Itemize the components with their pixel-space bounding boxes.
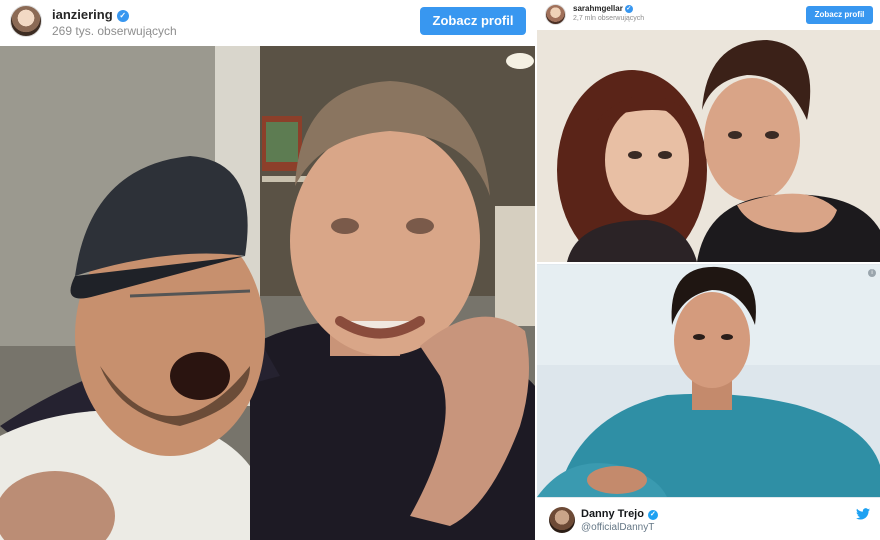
instagram-embed-main: ianziering ✓ 269 tys. obserwujących Zobac… (0, 0, 535, 540)
profile-username[interactable]: ianziering ✓ (52, 7, 129, 22)
tweet-photo[interactable]: i (537, 265, 880, 497)
two-men-smiling-photo (0, 46, 535, 540)
tweet-author-bar: Danny Trejo ✓ @officialDannyT (537, 497, 880, 540)
twitter-embed: i Danny Trejo ✓ @officialDannyT (537, 264, 880, 540)
author-display-name[interactable]: Danny Trejo ✓ (581, 508, 658, 520)
view-profile-button[interactable]: Zobacz profil (420, 7, 526, 35)
profile-username[interactable]: sarahmgellar ✓ (573, 4, 633, 13)
instagram-embed-secondary: sarahmgellar ✓ 2,7 mln obserwujących Zoba… (537, 0, 880, 262)
display-name-text[interactable]: Danny Trejo (581, 508, 644, 520)
info-icon[interactable]: i (868, 269, 876, 277)
man-in-blue-shirt-photo (537, 265, 880, 497)
twitter-bird-icon[interactable] (856, 508, 870, 520)
post-header: ianziering ✓ 269 tys. obserwujących Zobac… (0, 0, 535, 46)
username-text[interactable]: ianziering (52, 7, 113, 22)
verified-badge-icon: ✓ (647, 510, 658, 520)
verified-badge-icon: ✓ (116, 10, 129, 22)
avatar[interactable] (545, 4, 566, 25)
avatar[interactable] (549, 507, 575, 533)
username-text[interactable]: sarahmgellar (573, 4, 623, 13)
avatar[interactable] (10, 5, 42, 37)
verified-badge-icon: ✓ (624, 5, 633, 13)
post-photo[interactable] (537, 30, 880, 262)
follower-count: 269 tys. obserwujących (52, 24, 177, 38)
view-profile-button[interactable]: Zobacz profil (806, 6, 873, 24)
follower-count: 2,7 mln obserwujących (573, 15, 645, 22)
couple-embrace-photo (537, 30, 880, 262)
author-handle[interactable]: @officialDannyT (581, 522, 654, 533)
post-photo[interactable] (0, 46, 535, 540)
